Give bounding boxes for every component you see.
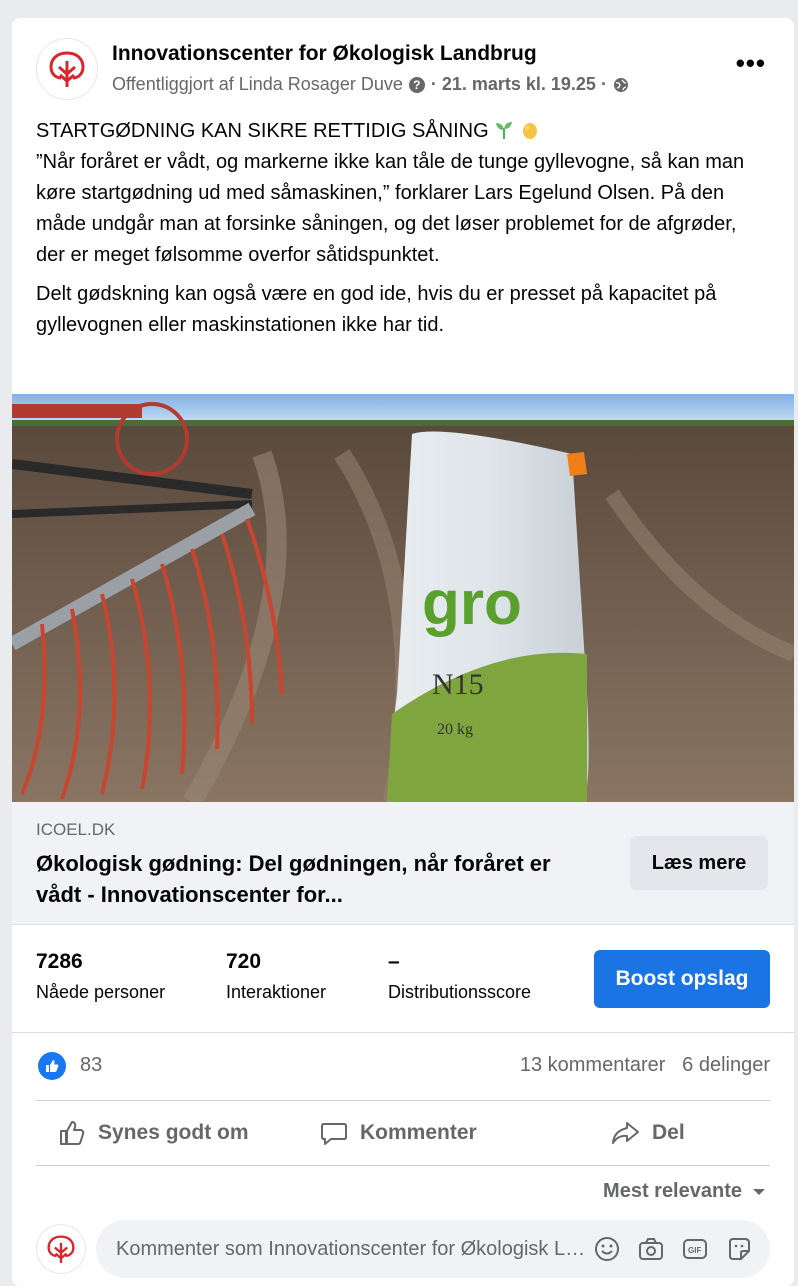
page-avatar[interactable] xyxy=(36,38,98,100)
shares-count[interactable]: 6 delinger xyxy=(682,1054,770,1076)
comment-sort-dropdown[interactable]: Mest relevante xyxy=(603,1180,766,1203)
reach-label: Nåede personer xyxy=(36,982,166,1002)
globe-icon xyxy=(613,77,628,92)
reactions-bar: 83 13 kommentarer 6 delinger xyxy=(12,1032,794,1100)
bag-code-text: N15 xyxy=(432,668,484,701)
seedling-emoji-icon xyxy=(494,120,520,142)
distribution-stat[interactable]: – Distributionsscore xyxy=(388,950,531,1003)
reach-value: 7286 xyxy=(36,950,83,973)
link-title[interactable]: Økologisk gødning: Del gødningen, når fo… xyxy=(36,848,556,910)
bag-brand-text: gro xyxy=(422,569,522,638)
like-button[interactable]: Synes godt om xyxy=(58,1101,249,1165)
boost-post-button[interactable]: Boost opslag xyxy=(594,950,770,1008)
grain-emoji-icon xyxy=(520,120,540,142)
sort-label: Mest relevante xyxy=(603,1180,742,1202)
comment-bubble-icon xyxy=(321,1123,347,1145)
bag-weight-text: 20 kg xyxy=(437,721,473,738)
caret-down-icon xyxy=(753,1188,765,1195)
page-logo-icon xyxy=(47,1235,75,1263)
published-by[interactable]: Offentliggjort af Linda Rosager Duve xyxy=(112,74,403,95)
distribution-value: – xyxy=(388,950,400,973)
page-name-link[interactable]: Innovationscenter for Økologisk Landbrug xyxy=(112,42,537,66)
post-heading: STARTGØDNING KAN SIKRE RETTIDIG SÅNING xyxy=(36,120,489,142)
post-paragraph-1: ”Når foråret er vådt, og markerne ikke k… xyxy=(36,151,745,266)
page-logo-icon xyxy=(49,51,85,87)
reach-stat[interactable]: 7286 Nåede personer xyxy=(36,950,165,1003)
post-insights: 7286 Nåede personer 720 Interaktioner – … xyxy=(12,924,794,1033)
comment-input[interactable]: Kommenter som Innovationscenter for Økol… xyxy=(96,1220,770,1278)
comment-composer: Kommenter som Innovationscenter for Økol… xyxy=(12,1220,794,1286)
like-count[interactable]: 83 xyxy=(80,1054,102,1077)
emoji-icon[interactable] xyxy=(592,1234,622,1264)
like-label: Synes godt om xyxy=(98,1121,249,1144)
info-icon[interactable]: ? xyxy=(408,76,425,93)
commenter-avatar[interactable] xyxy=(36,1224,86,1274)
distribution-label: Distributionsscore xyxy=(388,982,532,1002)
comment-tools: GIF xyxy=(592,1234,754,1264)
post-card: Innovationscenter for Økologisk Landbrug… xyxy=(12,18,794,1286)
sticker-icon[interactable] xyxy=(724,1234,754,1264)
post-photo[interactable]: gro N15 20 kg xyxy=(12,394,794,802)
share-button[interactable]: Del xyxy=(610,1101,685,1165)
more-options-icon[interactable]: ••• xyxy=(736,50,766,76)
share-arrow-icon xyxy=(612,1122,639,1144)
link-preview[interactable]: ICOEL.DK Økologisk gødning: Del gødninge… xyxy=(12,802,794,925)
post-date-link[interactable]: · 21. marts kl. 19.25 · xyxy=(431,74,607,95)
read-more-button[interactable]: Læs mere xyxy=(630,836,768,890)
camera-icon[interactable] xyxy=(636,1234,666,1264)
interactions-label: Interaktioner xyxy=(226,982,327,1002)
comment-placeholder: Kommenter som Innovationscenter for Økol… xyxy=(116,1237,586,1260)
post-header: Innovationscenter for Økologisk Landbrug… xyxy=(12,18,794,116)
interactions-stat[interactable]: 720 Interaktioner xyxy=(226,950,326,1003)
post-paragraph-2: Delt gødskning kan også være en god ide,… xyxy=(36,283,717,336)
comments-count[interactable]: 13 kommentarer xyxy=(520,1054,666,1076)
field-scene-illustration: gro N15 20 kg xyxy=(12,394,794,802)
post-text: STARTGØDNING KAN SIKRE RETTIDIG SÅNING ”… xyxy=(12,116,794,341)
like-reaction-icon[interactable] xyxy=(38,1052,66,1080)
comment-label: Kommenter xyxy=(360,1121,477,1144)
post-actions: Synes godt om Kommenter Del xyxy=(36,1100,770,1166)
comment-button[interactable]: Kommenter xyxy=(320,1101,477,1165)
gif-icon[interactable]: GIF xyxy=(680,1234,710,1264)
thumbs-up-icon xyxy=(60,1121,85,1145)
post-meta: Offentliggjort af Linda Rosager Duve ? ·… xyxy=(112,74,629,95)
comment-share-counts: 13 kommentarer 6 delinger xyxy=(520,1054,770,1077)
link-domain: ICOEL.DK xyxy=(36,820,116,839)
interactions-value: 720 xyxy=(226,950,262,973)
svg-text:GIF: GIF xyxy=(688,1246,701,1255)
share-label: Del xyxy=(652,1121,685,1144)
